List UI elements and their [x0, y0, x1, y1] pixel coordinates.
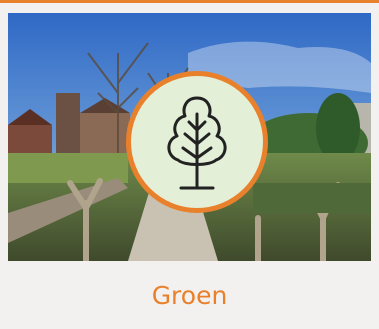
category-card-groen[interactable]: Groen — [0, 0, 379, 329]
card-title[interactable]: Groen — [0, 261, 379, 329]
tree-icon — [167, 96, 227, 190]
tree-icon-badge — [126, 71, 268, 213]
